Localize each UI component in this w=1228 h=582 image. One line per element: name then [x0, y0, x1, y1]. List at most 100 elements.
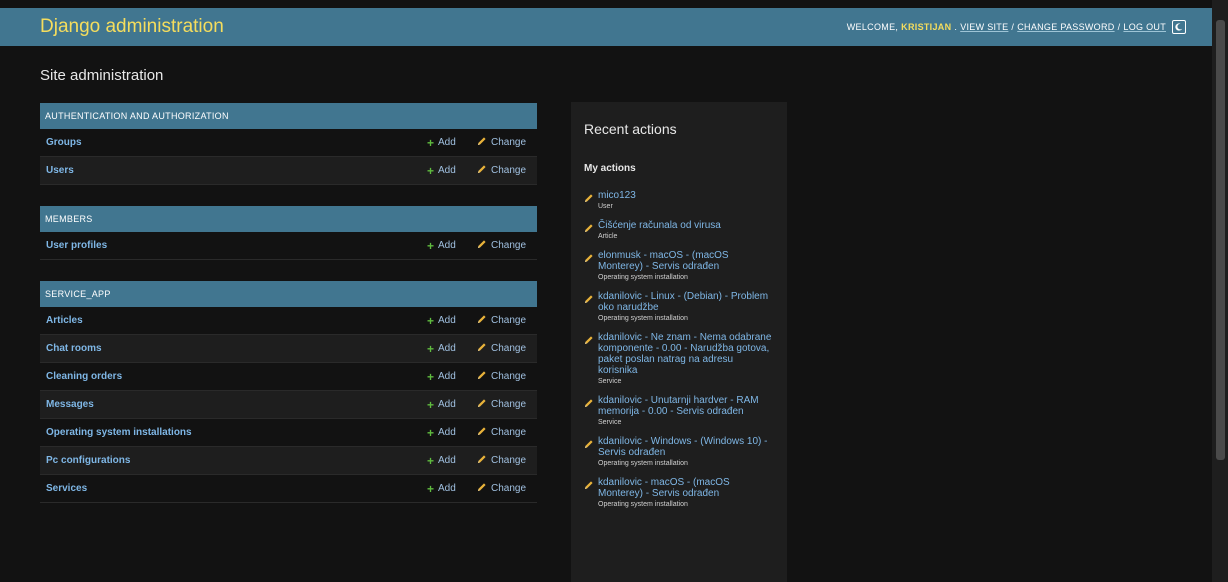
model-link[interactable]: Groups [40, 137, 427, 148]
plus-icon: + [427, 135, 435, 150]
change-link[interactable]: Change [477, 239, 537, 252]
change-password-link[interactable]: CHANGE PASSWORD [1017, 22, 1114, 32]
plus-icon: + [427, 163, 435, 178]
model-row: Operating system installations + Add Change [40, 419, 537, 447]
module-caption[interactable]: SERVICE_APP [40, 281, 537, 307]
site-brand[interactable]: Django administration [40, 16, 224, 38]
username: KRISTIJAN [901, 22, 952, 32]
change-label: Change [491, 455, 527, 466]
pencil-icon [584, 250, 594, 281]
scrollbar-thumb[interactable] [1216, 20, 1225, 460]
action-type: Operating system installation [598, 501, 688, 508]
model-link[interactable]: Articles [40, 315, 427, 326]
plus-icon: + [427, 341, 435, 356]
add-label: Add [438, 455, 456, 466]
add-link[interactable]: + Add [427, 164, 477, 178]
pencil-icon [477, 164, 487, 177]
plus-icon: + [427, 313, 435, 328]
action-type: Service [598, 419, 622, 426]
pencil-icon [584, 332, 594, 385]
action-type: Operating system installation [598, 460, 688, 467]
logout-link[interactable]: LOG OUT [1123, 22, 1166, 32]
recent-action-item: elonmusk - macOS - (macOS Monterey) - Se… [584, 250, 774, 281]
plus-icon: + [427, 238, 435, 253]
change-link[interactable]: Change [477, 482, 537, 495]
change-label: Change [491, 240, 527, 251]
pencil-icon [584, 291, 594, 322]
recent-actions-panel: Recent actions My actions mico123 User Čiš… [571, 102, 787, 582]
recent-action-item: Čišćenje računala od virusa Article [584, 220, 774, 240]
action-link[interactable]: Čišćenje računala od virusa [598, 220, 721, 231]
app-module: SERVICE_APP Articles + Add Change Chat rooms +… [40, 281, 537, 503]
model-link[interactable]: Services [40, 483, 427, 494]
pencil-icon [477, 342, 487, 355]
action-link[interactable]: kdanilovic - macOS - (macOS Monterey) - … [598, 477, 774, 499]
add-link[interactable]: + Add [427, 398, 477, 412]
action-link[interactable]: elonmusk - macOS - (macOS Monterey) - Se… [598, 250, 774, 272]
model-link[interactable]: Pc configurations [40, 455, 427, 466]
action-link[interactable]: kdanilovic - Linux - (Debian) - Problem … [598, 291, 774, 313]
recent-action-item: kdanilovic - macOS - (macOS Monterey) - … [584, 477, 774, 508]
module-caption[interactable]: AUTHENTICATION AND AUTHORIZATION [40, 103, 537, 129]
model-row: User profiles + Add Change [40, 232, 537, 260]
model-link[interactable]: Cleaning orders [40, 371, 427, 382]
change-link[interactable]: Change [477, 342, 537, 355]
action-link[interactable]: kdanilovic - Unutarnji hardver - RAM mem… [598, 395, 774, 417]
model-row: Chat rooms + Add Change [40, 335, 537, 363]
add-link[interactable]: + Add [427, 239, 477, 253]
change-label: Change [491, 399, 527, 410]
add-label: Add [438, 343, 456, 354]
pencil-icon [477, 314, 487, 327]
plus-icon: + [427, 369, 435, 384]
app-list: AUTHENTICATION AND AUTHORIZATION Groups + A… [40, 103, 537, 524]
add-link[interactable]: + Add [427, 454, 477, 468]
action-type: Service [598, 378, 622, 385]
pencil-icon [584, 220, 594, 240]
add-link[interactable]: + Add [427, 314, 477, 328]
view-site-link[interactable]: VIEW SITE [960, 22, 1008, 32]
action-link[interactable]: mico123 [598, 190, 636, 201]
theme-toggle-icon[interactable] [1172, 20, 1186, 34]
model-row: Cleaning orders + Add Change [40, 363, 537, 391]
pencil-icon [584, 436, 594, 467]
add-label: Add [438, 427, 456, 438]
pencil-icon [477, 426, 487, 439]
model-link[interactable]: User profiles [40, 240, 427, 251]
change-link[interactable]: Change [477, 136, 537, 149]
add-label: Add [438, 399, 456, 410]
model-row: Services + Add Change [40, 475, 537, 503]
actions-list: mico123 User Čišćenje računala od virusa Ar… [584, 190, 774, 508]
change-link[interactable]: Change [477, 164, 537, 177]
change-link[interactable]: Change [477, 398, 537, 411]
change-link[interactable]: Change [477, 454, 537, 467]
add-link[interactable]: + Add [427, 136, 477, 150]
add-label: Add [438, 483, 456, 494]
add-link[interactable]: + Add [427, 482, 477, 496]
page-title: Site administration [40, 67, 164, 84]
separator: / [1011, 22, 1015, 32]
model-link[interactable]: Operating system installations [40, 427, 427, 438]
model-link[interactable]: Users [40, 165, 427, 176]
add-label: Add [438, 315, 456, 326]
action-link[interactable]: kdanilovic - Windows - (Windows 10) - Se… [598, 436, 774, 458]
change-label: Change [491, 165, 527, 176]
change-link[interactable]: Change [477, 426, 537, 439]
module-caption[interactable]: MEMBERS [40, 206, 537, 232]
add-link[interactable]: + Add [427, 426, 477, 440]
user-tools: WELCOME, KRISTIJAN. VIEW SITE / CHANGE P… [847, 20, 1186, 34]
header: Django administration WELCOME, KRISTIJAN… [0, 8, 1212, 46]
plus-icon: + [427, 453, 435, 468]
recent-action-item: kdanilovic - Unutarnji hardver - RAM mem… [584, 395, 774, 426]
app-module: MEMBERS User profiles + Add Change [40, 206, 537, 260]
action-link[interactable]: kdanilovic - Ne znam - Nema odabrane kom… [598, 332, 774, 376]
add-link[interactable]: + Add [427, 342, 477, 356]
change-link[interactable]: Change [477, 370, 537, 383]
model-link[interactable]: Chat rooms [40, 343, 427, 354]
recent-action-item: kdanilovic - Linux - (Debian) - Problem … [584, 291, 774, 322]
add-link[interactable]: + Add [427, 370, 477, 384]
model-link[interactable]: Messages [40, 399, 427, 410]
change-label: Change [491, 427, 527, 438]
pencil-icon [584, 190, 594, 210]
model-row: Users + Add Change [40, 157, 537, 185]
change-link[interactable]: Change [477, 314, 537, 327]
